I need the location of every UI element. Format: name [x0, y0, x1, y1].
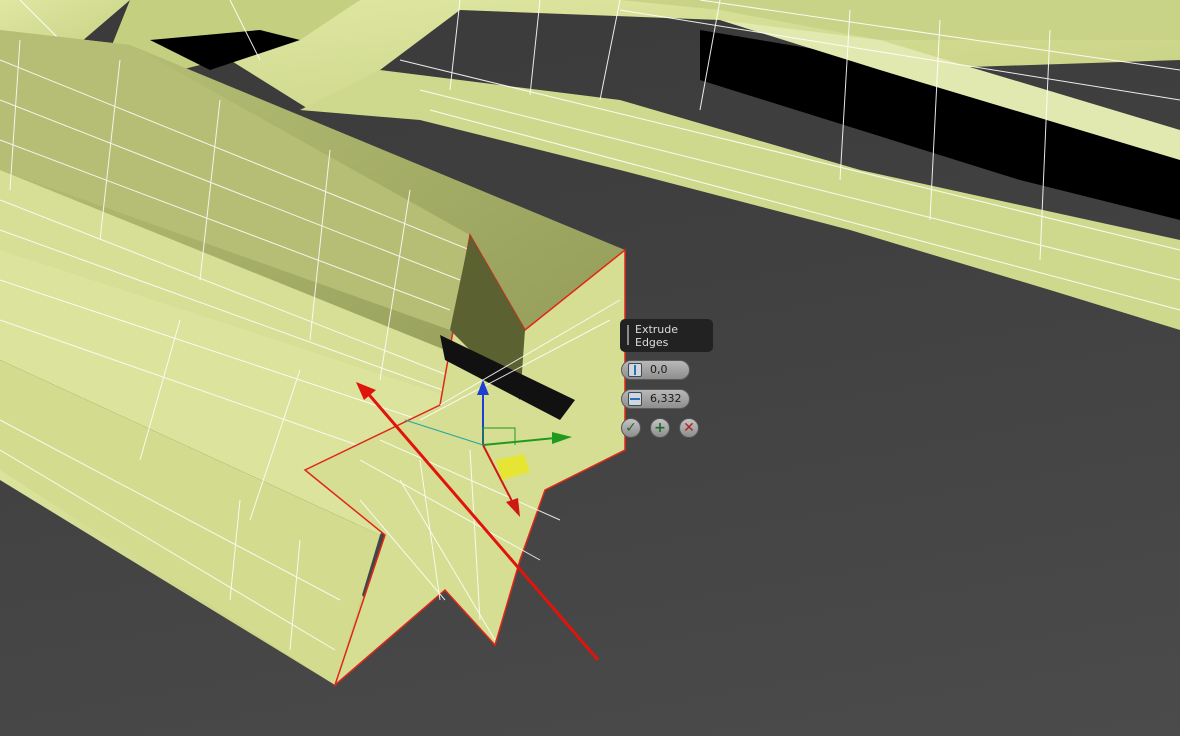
extrude-height-icon [628, 363, 642, 377]
extrusion-base-width-spinner[interactable]: 6,332 [621, 389, 690, 409]
viewport-3d[interactable]: Extrude Edges 0,0 6,332 ✓ + ✕ [0, 0, 1180, 736]
extrude-edges-caddy[interactable]: Extrude Edges [620, 319, 713, 352]
cancel-button[interactable]: ✕ [679, 418, 699, 438]
drag-handle[interactable] [627, 325, 629, 345]
extrusion-base-width-value[interactable]: 6,332 [650, 392, 682, 405]
ok-button[interactable]: ✓ [621, 418, 641, 438]
extrude-base-width-icon [628, 392, 642, 406]
plus-icon: + [654, 420, 666, 436]
extrusion-height-value[interactable]: 0,0 [650, 363, 668, 376]
close-icon: ✕ [683, 420, 695, 436]
scene-render [0, 0, 1180, 688]
caddy-title: Extrude Edges [635, 323, 679, 349]
checkmark-icon: ✓ [625, 420, 637, 436]
apply-and-continue-button[interactable]: + [650, 418, 670, 438]
extrusion-height-spinner[interactable]: 0,0 [621, 360, 690, 380]
